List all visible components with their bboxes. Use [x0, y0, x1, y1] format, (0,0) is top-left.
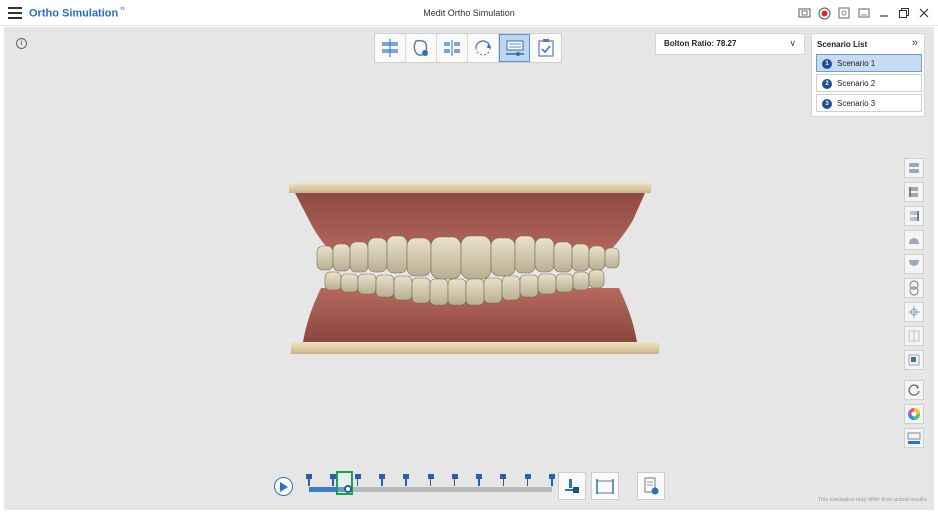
- scenario-label: Scenario 2: [837, 79, 876, 88]
- stage-marker[interactable]: [306, 474, 312, 486]
- scenario-number-badge: 1: [822, 59, 832, 69]
- finish-check-icon[interactable]: [530, 34, 561, 62]
- 3d-viewport[interactable]: i Bolton Ratio: 78.27 ∨ Scenario List » …: [4, 27, 934, 510]
- scenario-label: Scenario 3: [837, 99, 876, 108]
- scenario-label: Scenario 1: [837, 59, 876, 68]
- scenario-number-badge: 3: [822, 99, 832, 109]
- right-view-icon[interactable]: [904, 206, 924, 226]
- axis-setup-icon[interactable]: [437, 34, 468, 62]
- dental-model-3d[interactable]: [281, 180, 659, 363]
- upper-arch-icon[interactable]: [904, 230, 924, 250]
- bolton-ratio-dropdown[interactable]: Bolton Ratio: 78.27 ∨: [655, 33, 805, 55]
- close-icon[interactable]: [916, 5, 932, 21]
- stage-marker[interactable]: [476, 474, 483, 486]
- color-wheel-icon[interactable]: [904, 404, 924, 424]
- mode-toolbar: [374, 33, 562, 63]
- stage-marker[interactable]: [451, 474, 458, 486]
- title-bar: Ortho Simulation ³¹ Medit Ortho Simulatio…: [0, 0, 938, 26]
- stage-marker[interactable]: [378, 474, 385, 486]
- record-icon[interactable]: [816, 5, 832, 21]
- overlay-icon[interactable]: [904, 278, 924, 298]
- lower-arch-icon[interactable]: [904, 254, 924, 274]
- scenario-list-title: Scenario List: [817, 40, 868, 49]
- scenario-number-badge: 2: [822, 79, 832, 89]
- collapse-panel-icon[interactable]: »: [912, 37, 918, 49]
- snapshot-icon[interactable]: [836, 5, 852, 21]
- tooth-segmentation-icon[interactable]: [406, 34, 437, 62]
- stage-settings-button[interactable]: [558, 472, 586, 500]
- bolton-ratio-label: Bolton Ratio: 78.27: [664, 39, 737, 48]
- scenario-item-3[interactable]: 3 Scenario 3: [816, 94, 922, 112]
- fullscreen-icon[interactable]: [856, 5, 872, 21]
- info-icon[interactable]: i: [16, 38, 27, 49]
- screen-capture-icon[interactable]: [796, 5, 812, 21]
- movement-table-icon[interactable]: [499, 34, 530, 62]
- axis-icon[interactable]: [904, 302, 924, 322]
- play-button[interactable]: [274, 477, 293, 496]
- scenario-item-1[interactable]: 1 Scenario 1: [816, 54, 922, 72]
- split-view-icon[interactable]: [904, 326, 924, 346]
- arch-rotate-icon[interactable]: [468, 34, 499, 62]
- reset-view-icon[interactable]: [904, 380, 924, 400]
- stage-slider-knob[interactable]: [344, 485, 352, 493]
- stage-marker[interactable]: [524, 474, 531, 486]
- stage-range-button[interactable]: [591, 472, 619, 500]
- align-arches-icon[interactable]: [375, 34, 406, 62]
- stage-marker[interactable]: [354, 474, 361, 486]
- window-controls: [796, 4, 932, 22]
- stage-marker[interactable]: [403, 474, 410, 486]
- scenario-list-panel: Scenario List » 1 Scenario 1 2 Scenario …: [811, 33, 925, 117]
- maximize-icon[interactable]: [896, 5, 912, 21]
- stage-marker[interactable]: [549, 474, 555, 486]
- single-view-icon[interactable]: [904, 350, 924, 370]
- minimize-icon[interactable]: [876, 5, 892, 21]
- report-button[interactable]: [637, 472, 665, 500]
- disclaimer-text: This simulation may differ from actual r…: [817, 497, 928, 503]
- stage-marker[interactable]: [500, 474, 507, 486]
- left-view-icon[interactable]: [904, 182, 924, 202]
- display-settings-icon[interactable]: [904, 428, 924, 448]
- bite-view-icon[interactable]: [904, 158, 924, 178]
- scenario-item-2[interactable]: 2 Scenario 2: [816, 74, 922, 92]
- stage-marker[interactable]: [427, 474, 434, 486]
- stage-timeline: [274, 471, 564, 502]
- chevron-down-icon: ∨: [789, 38, 796, 48]
